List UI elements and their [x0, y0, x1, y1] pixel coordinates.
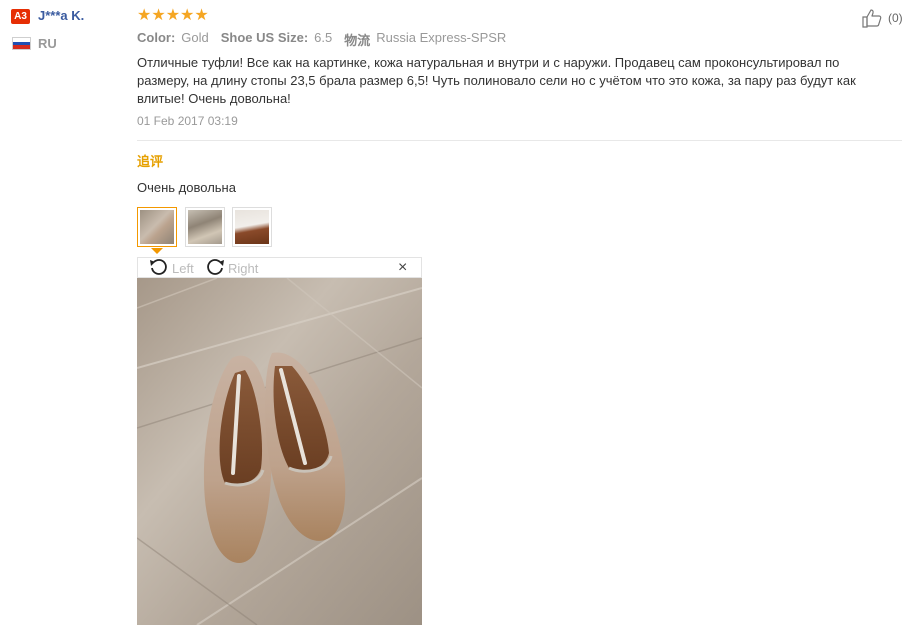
helpful-count: (0)	[888, 11, 903, 25]
review-text: Отличные туфли! Все как на картинке, кож…	[137, 55, 856, 106]
size-value: 6.5	[314, 30, 333, 45]
star-icon: ★	[194, 7, 209, 24]
shipping-label: 物流	[344, 33, 371, 48]
color-value: Gold	[181, 30, 209, 45]
reviewer-country: RU	[38, 36, 57, 51]
buyer-level-badge: A3	[11, 9, 30, 24]
rotate-left-icon	[148, 257, 170, 280]
star-rating: ★★★★★	[137, 7, 209, 25]
rotate-left-button[interactable]: Left	[148, 258, 194, 278]
reviewer-name: J***a K.	[38, 8, 85, 23]
rotate-right-label: Right	[228, 260, 259, 276]
review-date: 01 Feb 2017 03:19	[137, 114, 238, 128]
rotate-right-icon	[204, 257, 226, 280]
size-label: Shoe US Size:	[220, 30, 309, 45]
shipping-value: Russia Express-SPSR	[376, 30, 507, 45]
review-photo-thumbnail[interactable]	[232, 207, 272, 247]
photo-viewer-toolbar: Left Right ×	[137, 257, 422, 278]
star-icon: ★	[180, 7, 195, 24]
order-attributes: Color: Gold Shoe US Size: 6.5 物流 Russia Exp…	[137, 30, 506, 49]
divider	[137, 140, 902, 141]
followup-text: Очень довольна	[137, 180, 236, 195]
color-label: Color:	[137, 30, 176, 45]
star-icon: ★	[151, 7, 166, 24]
review-photo-thumbnail[interactable]	[185, 207, 225, 247]
rotate-right-button[interactable]: Right	[204, 258, 258, 278]
star-icon: ★	[137, 7, 152, 24]
followup-label: 追评	[137, 154, 164, 169]
close-viewer-button[interactable]: ×	[398, 259, 407, 277]
russia-flag-icon	[12, 37, 31, 50]
review-photo-thumbnail[interactable]	[137, 207, 177, 247]
helpful-button[interactable]: (0)	[861, 8, 903, 28]
review-photo-large	[137, 278, 422, 625]
thumbs-up-icon	[861, 8, 885, 28]
rotate-left-label: Left	[172, 260, 194, 276]
selected-thumbnail-pointer	[151, 248, 163, 254]
star-icon: ★	[165, 7, 181, 24]
